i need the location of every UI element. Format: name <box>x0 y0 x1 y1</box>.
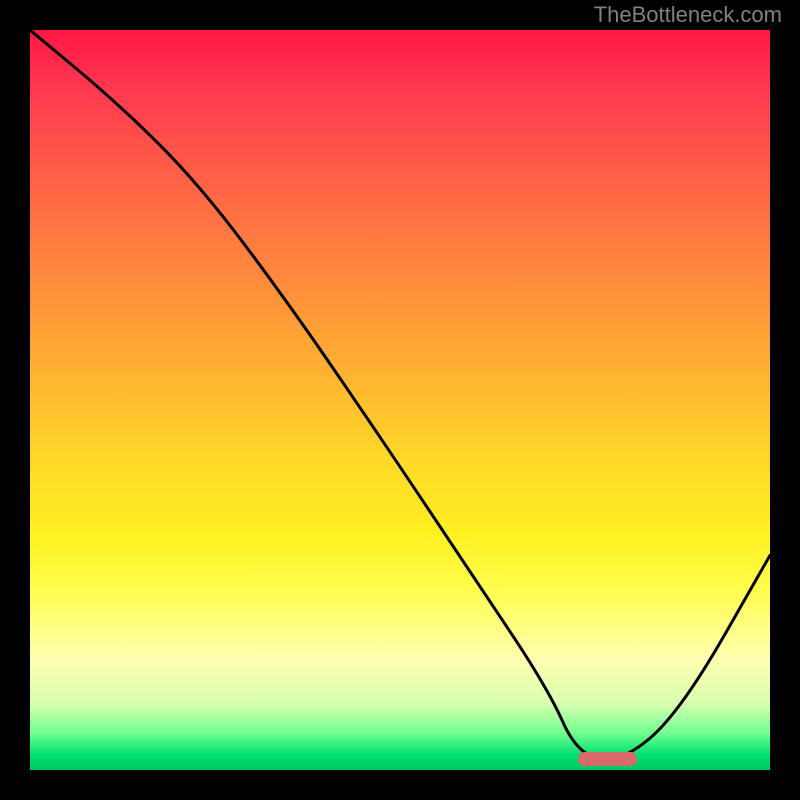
watermark-text: TheBottleneck.com <box>594 2 782 28</box>
bottleneck-curve <box>30 30 770 770</box>
optimum-marker <box>578 752 637 766</box>
plot-area <box>30 30 770 770</box>
